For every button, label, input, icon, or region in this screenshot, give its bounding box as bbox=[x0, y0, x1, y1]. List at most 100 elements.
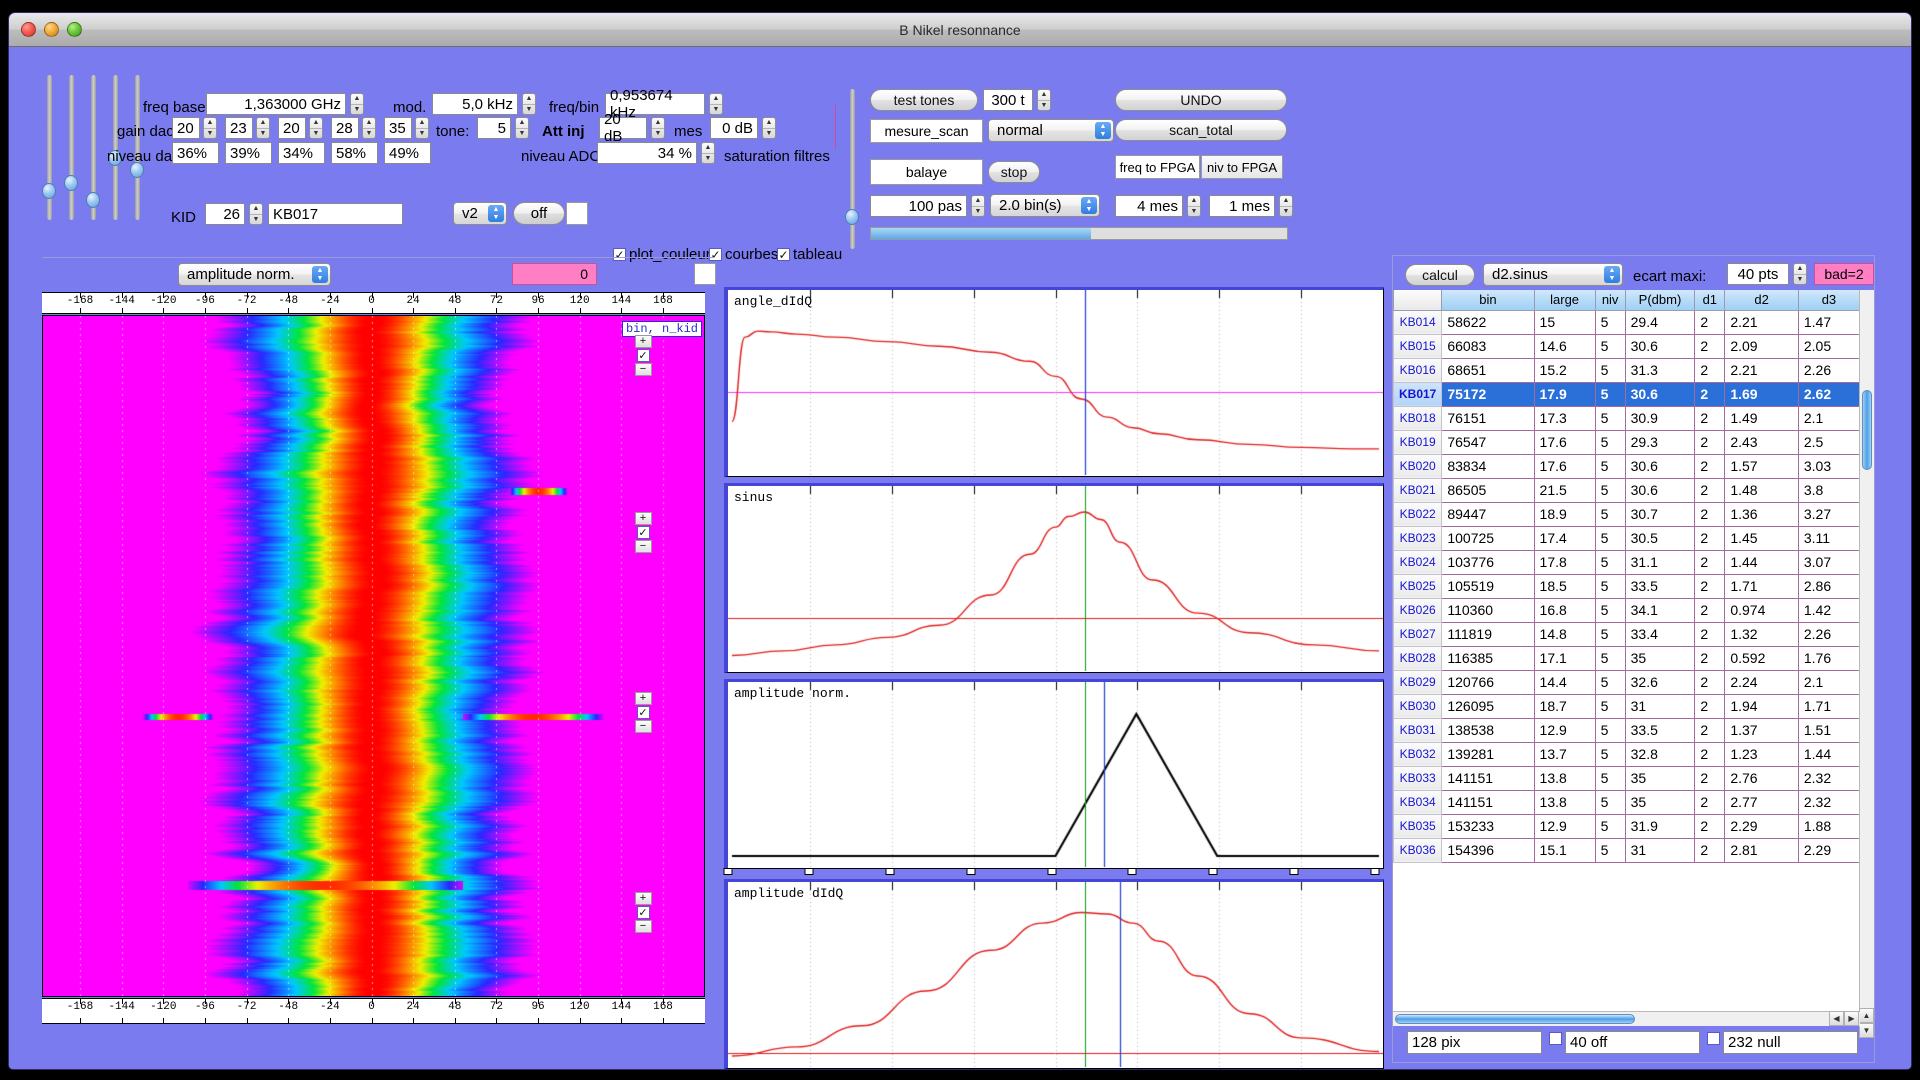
table-row[interactable]: KB0218650521.5530.621.483.8 bbox=[1394, 478, 1860, 502]
stop-button[interactable]: stop bbox=[988, 161, 1040, 183]
scan-mode-select[interactable]: normal ▲▼ bbox=[988, 119, 1114, 142]
scroll-down-icon[interactable]: ▼ bbox=[1859, 1023, 1874, 1038]
niveau-dac-field-2[interactable]: 34% bbox=[278, 142, 325, 164]
table-vertical-scrollbar[interactable] bbox=[1859, 290, 1874, 1008]
panel-divider-slider[interactable] bbox=[845, 89, 859, 249]
table-row[interactable]: KB0228944718.9530.721.363.27 bbox=[1394, 502, 1860, 526]
table-row[interactable]: KB02410377617.8531.121.443.07 bbox=[1394, 550, 1860, 574]
zoom-check-icon[interactable]: ✓ bbox=[637, 706, 650, 719]
table-row[interactable]: KB02811638517.153520.5921.76 bbox=[1394, 646, 1860, 670]
freq-base-field[interactable]: 1,363000 GHz bbox=[206, 93, 346, 115]
table-row[interactable]: KB02510551918.5533.521.712.86 bbox=[1394, 574, 1860, 598]
table-header-d3[interactable]: d3 bbox=[1798, 290, 1859, 310]
table-row[interactable]: KB02310072517.4530.521.453.11 bbox=[1394, 526, 1860, 550]
table-row[interactable]: KB03414115113.853522.772.32 bbox=[1394, 790, 1860, 814]
table-header-large[interactable]: large bbox=[1534, 290, 1595, 310]
plot-marker[interactable] bbox=[1047, 868, 1056, 875]
zoom-in-icon[interactable]: + bbox=[635, 892, 652, 905]
gain-dac-stepper-2[interactable]: ▲▼ bbox=[309, 117, 323, 139]
mes4-stepper[interactable]: ▲▼ bbox=[1187, 195, 1201, 217]
zoom-control-4[interactable]: + ✓ − bbox=[633, 892, 653, 933]
niveau-dac-field-1[interactable]: 39% bbox=[225, 142, 272, 164]
off-checkbox[interactable] bbox=[1549, 1032, 1562, 1050]
gain-dac-stepper-1[interactable]: ▲▼ bbox=[256, 117, 270, 139]
null-checkbox[interactable] bbox=[1707, 1032, 1720, 1050]
off-field[interactable]: 40 off bbox=[1565, 1031, 1700, 1054]
table-row[interactable]: KB03113853812.9533.521.371.51 bbox=[1394, 718, 1860, 742]
zoom-out-icon[interactable]: − bbox=[635, 920, 652, 933]
zoom-control-3[interactable]: + ✓ − bbox=[633, 692, 653, 733]
gain-dac-field-1[interactable]: 23 bbox=[225, 117, 253, 139]
freq-to-fpga-button[interactable]: freq to FPGA bbox=[1115, 155, 1200, 179]
table-row[interactable]: KB0166865115.2531.322.212.26 bbox=[1394, 358, 1860, 382]
niv-to-fpga-button[interactable]: niv to FPGA bbox=[1201, 155, 1283, 179]
plot-marker[interactable] bbox=[1128, 868, 1137, 875]
table-row[interactable]: KB03615439615.153122.812.29 bbox=[1394, 838, 1860, 862]
null-field[interactable]: 232 null bbox=[1723, 1031, 1858, 1054]
plot-marker[interactable] bbox=[885, 868, 894, 875]
freq-base-stepper[interactable]: ▲▼ bbox=[350, 93, 364, 115]
version-select[interactable]: v2 ▲▼ bbox=[453, 202, 507, 225]
freq-bin-stepper[interactable]: ▲▼ bbox=[709, 93, 723, 115]
table-row[interactable]: KB03515323312.9531.922.291.88 bbox=[1394, 814, 1860, 838]
table-row[interactable]: KB03012609518.753121.941.71 bbox=[1394, 694, 1860, 718]
zoom-control-2[interactable]: + ✓ − bbox=[633, 512, 653, 553]
kid-name-field[interactable]: KB017 bbox=[268, 203, 403, 225]
mod-stepper[interactable]: ▲▼ bbox=[522, 93, 536, 115]
table-row[interactable]: KB03314115113.853522.762.32 bbox=[1394, 766, 1860, 790]
waterfall-heatmap[interactable]: bin, n_kid bbox=[42, 315, 705, 997]
zoom-in-icon[interactable]: + bbox=[635, 512, 652, 525]
pas-field[interactable]: 100 pas bbox=[870, 195, 967, 217]
counter-field[interactable]: 0 bbox=[512, 263, 597, 285]
plot-marker[interactable] bbox=[724, 868, 733, 875]
scroll-up-icon[interactable]: ▲ bbox=[1859, 1008, 1874, 1023]
table-row[interactable]: KB0145862215529.422.211.47 bbox=[1394, 310, 1860, 334]
table-header-P(dbm)[interactable]: P(dbm) bbox=[1625, 290, 1695, 310]
zoom-in-icon[interactable]: + bbox=[635, 335, 652, 348]
gain-dac-stepper-0[interactable]: ▲▼ bbox=[203, 117, 217, 139]
table-horizontal-scrollbar[interactable] bbox=[1393, 1011, 1860, 1026]
zoom-check-icon[interactable]: ✓ bbox=[637, 526, 650, 539]
balaye-button[interactable]: balaye bbox=[870, 159, 983, 185]
checkbox-icon[interactable] bbox=[1707, 1032, 1720, 1045]
plot-marker[interactable] bbox=[966, 868, 975, 875]
table-row[interactable]: KB0177517217.9530.621.692.62 bbox=[1394, 382, 1860, 406]
scan-total-button[interactable]: scan_total bbox=[1115, 119, 1287, 141]
zoom-out-icon[interactable]: − bbox=[635, 363, 652, 376]
gain-dac-field-2[interactable]: 20 bbox=[278, 117, 306, 139]
niveau-dac-field-0[interactable]: 36% bbox=[172, 142, 219, 164]
niveau-adc-stepper[interactable]: ▲▼ bbox=[701, 142, 715, 164]
zoom-check-icon[interactable]: ✓ bbox=[637, 349, 650, 362]
mes-stepper[interactable]: ▲▼ bbox=[762, 117, 776, 139]
mesure-scan-button[interactable]: mesure_scan bbox=[870, 119, 983, 143]
att-inj-field[interactable]: 20 dB bbox=[599, 117, 647, 139]
metric-select[interactable]: d2.sinus ▲▼ bbox=[1483, 263, 1623, 286]
niveau-adc-field[interactable]: 34 % bbox=[597, 142, 697, 164]
table-row[interactable]: KB02711181914.8533.421.322.26 bbox=[1394, 622, 1860, 646]
gain-slider-1[interactable] bbox=[42, 75, 56, 220]
plot-sinus[interactable]: sinus bbox=[724, 483, 1384, 673]
undo-button[interactable]: UNDO bbox=[1115, 89, 1287, 111]
mes4-field[interactable]: 4 mes bbox=[1115, 195, 1183, 217]
table-header-corner[interactable] bbox=[1394, 290, 1442, 310]
table-row[interactable]: KB0208383417.6530.621.573.03 bbox=[1394, 454, 1860, 478]
test-tones-button[interactable]: test tones bbox=[870, 89, 978, 111]
calcul-button[interactable]: calcul bbox=[1405, 264, 1475, 286]
zoom-control-1[interactable]: + ✓ − bbox=[633, 335, 653, 376]
zoom-out-icon[interactable]: − bbox=[635, 540, 652, 553]
plot-angle-didq[interactable]: angle_dIdQ bbox=[724, 287, 1384, 477]
waterfall-mode-select[interactable]: amplitude norm. ▲▼ bbox=[178, 263, 331, 286]
bins-select[interactable]: 2.0 bin(s) ▲▼ bbox=[990, 194, 1100, 217]
gain-dac-stepper-3[interactable]: ▲▼ bbox=[362, 117, 376, 139]
plot-marker[interactable] bbox=[1209, 868, 1218, 875]
table-header-bin[interactable]: bin bbox=[1442, 290, 1534, 310]
plot-marker[interactable] bbox=[1371, 868, 1380, 875]
ecart-maxi-field[interactable]: 40 pts bbox=[1727, 263, 1789, 285]
gain-slider-2[interactable] bbox=[64, 75, 78, 220]
table-row[interactable]: KB03213928113.7532.821.231.44 bbox=[1394, 742, 1860, 766]
off-toggle[interactable]: off bbox=[513, 202, 565, 225]
table-header-d2[interactable]: d2 bbox=[1725, 290, 1799, 310]
zoom-check-icon[interactable]: ✓ bbox=[637, 906, 650, 919]
scroll-left-icon[interactable]: ◀ bbox=[1829, 1011, 1844, 1026]
table-row[interactable]: KB0197654717.6529.322.432.5 bbox=[1394, 430, 1860, 454]
